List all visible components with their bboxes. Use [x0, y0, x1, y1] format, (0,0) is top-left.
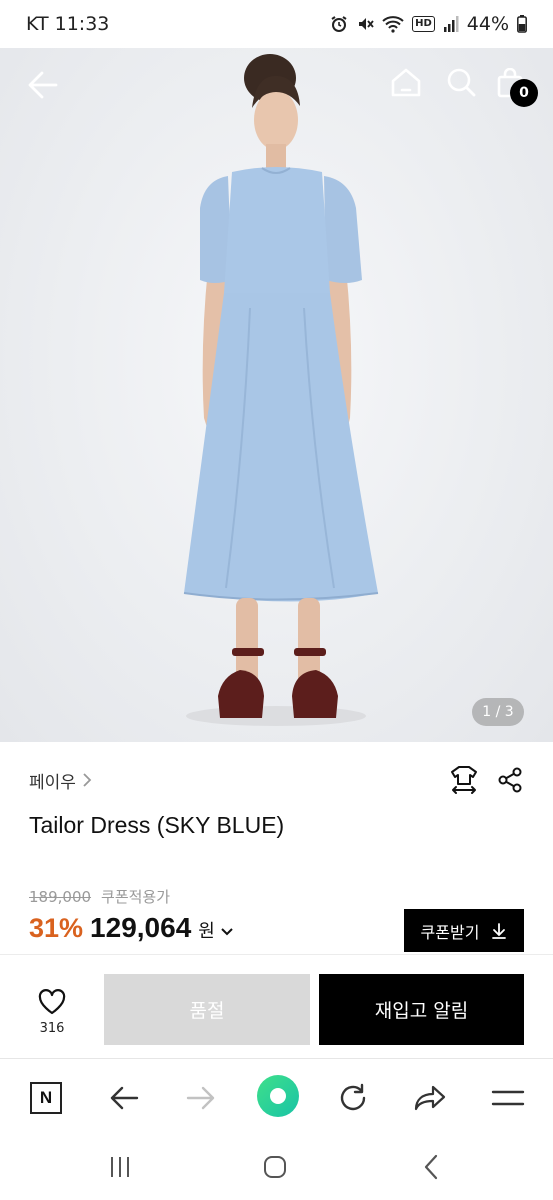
browser-menu-button[interactable] — [489, 1079, 527, 1117]
arrow-right-icon — [186, 1086, 215, 1110]
heart-icon — [38, 989, 66, 1015]
refresh-icon — [340, 1083, 366, 1111]
product-title: Tailor Dress (SKY BLUE) — [29, 812, 285, 838]
wish-count: 316 — [39, 1021, 65, 1036]
share-page-button[interactable] — [411, 1079, 449, 1117]
cart-count-badge: 0 — [510, 79, 538, 107]
size-guide-icon[interactable] — [450, 765, 478, 795]
browser-forward-button — [182, 1079, 220, 1117]
product-actions — [450, 765, 524, 795]
chevron-down-icon[interactable] — [220, 927, 234, 937]
menu-icon — [491, 1090, 525, 1106]
system-back-button[interactable] — [414, 1152, 448, 1182]
home-icon[interactable] — [390, 66, 422, 98]
naver-n-icon: N — [30, 1082, 62, 1114]
wishlist-button[interactable]: 316 — [29, 989, 75, 1036]
signal-icon — [443, 16, 459, 32]
gallery-page-indicator: 1 / 3 — [472, 698, 524, 726]
naver-home-button[interactable]: N — [27, 1079, 65, 1117]
coupon-applied-label: 쿠폰적용가 — [101, 888, 171, 906]
mute-icon — [359, 18, 374, 30]
get-coupon-button[interactable]: 쿠폰받기 — [404, 909, 524, 952]
green-dot-button[interactable] — [256, 1074, 300, 1118]
home-square-icon — [264, 1156, 286, 1178]
refresh-button[interactable] — [334, 1079, 372, 1117]
status-icons: HD 44% — [330, 13, 527, 35]
product-photo — [183, 54, 379, 726]
alarm-icon — [331, 16, 347, 32]
recent-apps-icon — [111, 1157, 129, 1177]
price-row[interactable]: 31% 129,064 원 — [29, 912, 234, 944]
sale-price: 129,064 — [90, 912, 192, 943]
browser-back-button[interactable] — [105, 1079, 143, 1117]
share-icon[interactable] — [496, 766, 524, 794]
back-arrow-icon[interactable] — [26, 68, 60, 102]
purchase-action-bar: 316 품절 재입고 알림 — [0, 954, 553, 1058]
hd-icon: HD — [412, 16, 435, 32]
battery-level: 44% — [466, 13, 509, 35]
original-price: 189,000 — [29, 887, 92, 906]
chevron-right-icon — [83, 773, 92, 787]
brand-name: 페이우 — [29, 772, 76, 793]
download-icon — [492, 922, 507, 939]
arrow-left-icon — [110, 1086, 139, 1110]
currency-label: 원 — [198, 921, 215, 942]
green-dot-icon — [257, 1075, 299, 1117]
status-bar: KT 11:33 HD 44% — [0, 0, 553, 48]
brand-link[interactable]: 페이우 — [29, 768, 92, 793]
restock-alert-button[interactable]: 재입고 알림 — [319, 974, 524, 1045]
carrier-time: KT 11:33 — [26, 13, 110, 35]
soldout-button: 품절 — [104, 974, 310, 1045]
get-coupon-label: 쿠폰받기 — [420, 922, 480, 942]
search-icon[interactable] — [446, 67, 476, 97]
battery-icon — [517, 15, 527, 33]
browser-toolbar: N — [0, 1058, 553, 1136]
share-arrow-icon — [414, 1085, 446, 1111]
recent-apps-button[interactable] — [103, 1152, 137, 1182]
system-navigation-bar — [0, 1136, 553, 1200]
original-price-row: 189,000 쿠폰적용가 — [29, 886, 170, 907]
discount-rate: 31% — [29, 913, 84, 943]
home-system-button[interactable] — [258, 1152, 292, 1182]
brand-row: 페이우 — [29, 764, 524, 796]
product-image-gallery[interactable]: 0 1 / 3 — [0, 48, 553, 742]
wifi-icon — [382, 16, 404, 33]
chevron-left-icon — [424, 1154, 438, 1180]
